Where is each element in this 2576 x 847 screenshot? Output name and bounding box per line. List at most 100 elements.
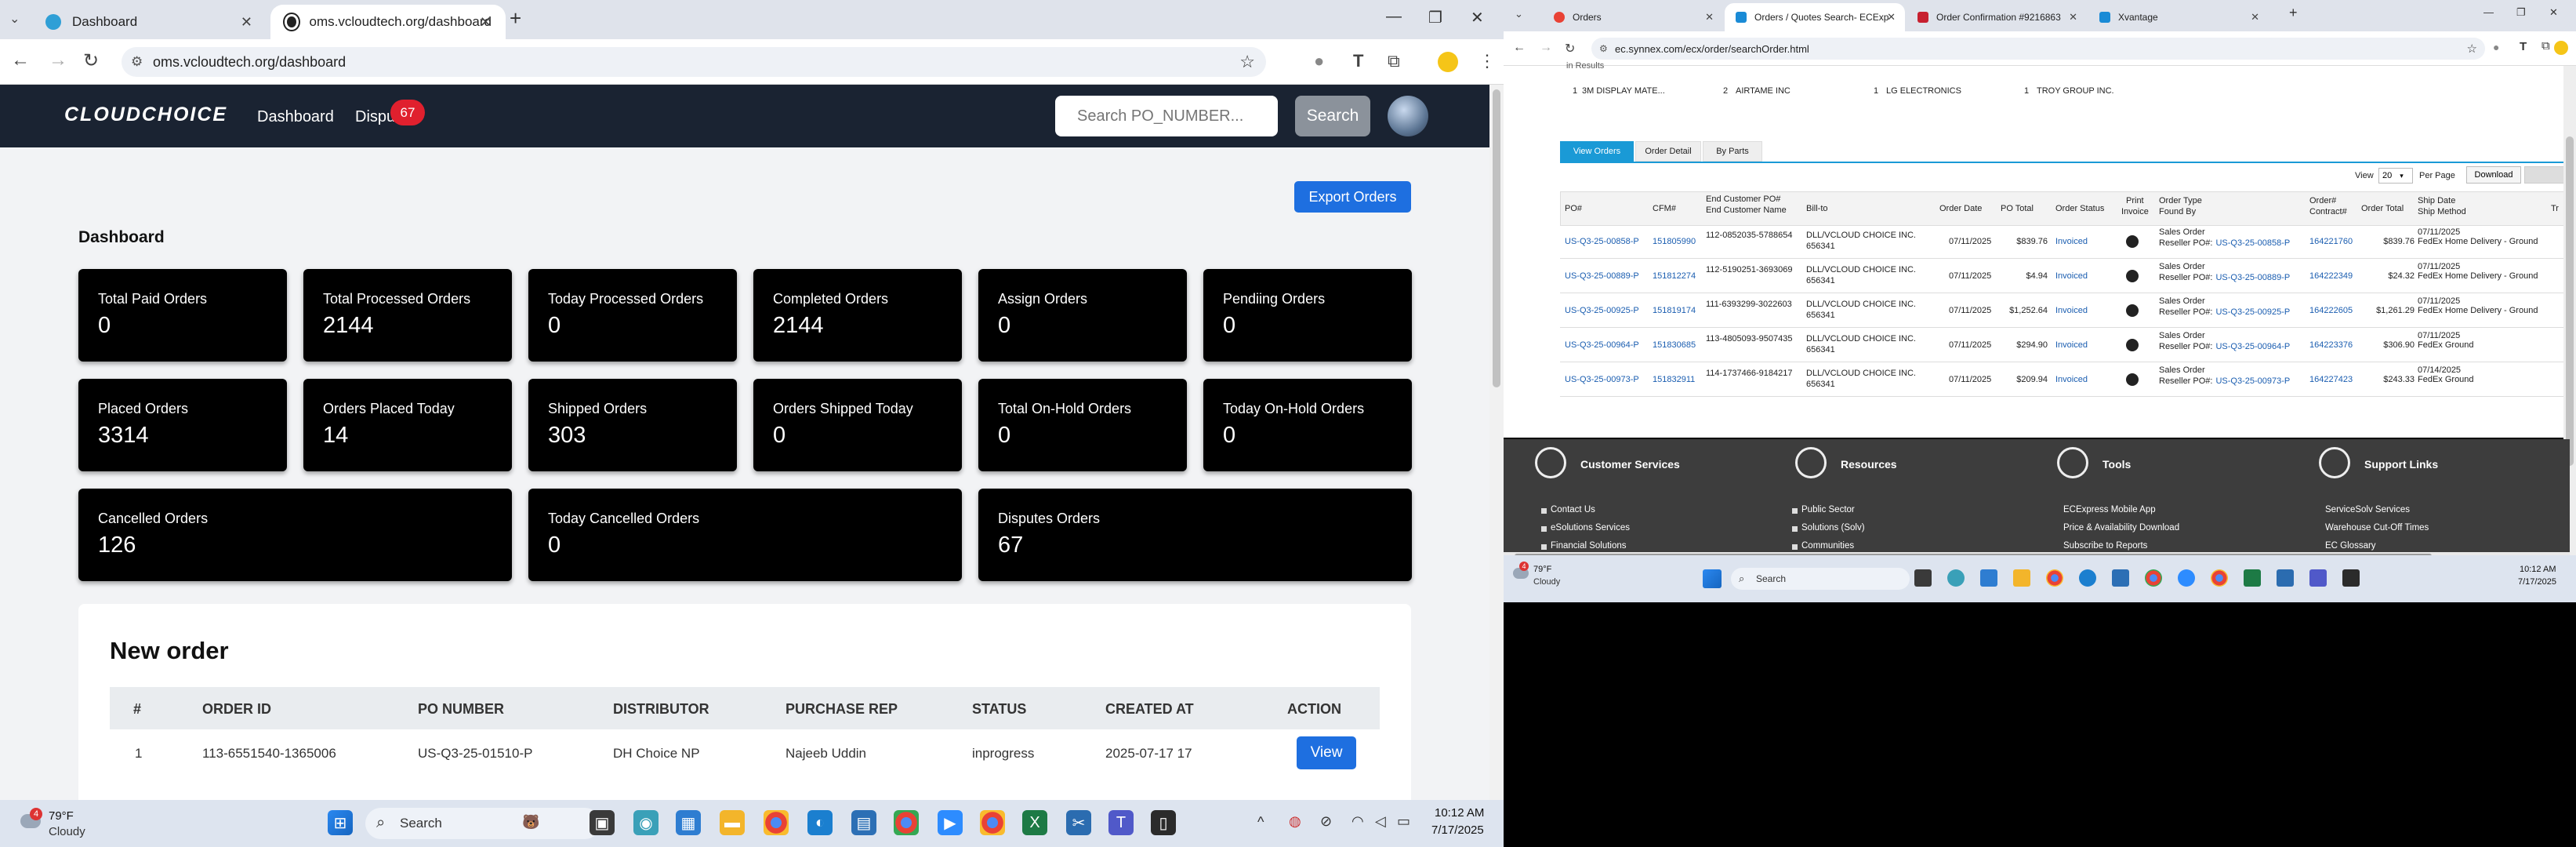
chrome-icon[interactable] <box>2046 569 2063 587</box>
edge-icon[interactable]: ◐ <box>807 810 833 835</box>
filter-item[interactable]: AIRTAME INC <box>1736 86 1791 96</box>
footer-link[interactable]: EC Glossary <box>2325 541 2376 551</box>
back-icon[interactable]: ← <box>11 49 30 71</box>
stat-card-today-on-hold-orders[interactable]: Today On-Hold Orders 0 <box>1203 379 1412 471</box>
column-header-contract[interactable]: Contract# <box>2309 207 2347 217</box>
stat-card-shipped-orders[interactable]: Shipped Orders 303 <box>528 379 737 471</box>
tab-view-orders[interactable]: View Orders <box>1560 141 1634 162</box>
reseller-po-link[interactable]: US-Q3-25-00889-P <box>2215 273 2290 282</box>
footer-link[interactable]: Communities <box>1801 541 1854 551</box>
close-icon[interactable]: ✕ <box>241 14 252 31</box>
cell-order-status[interactable]: Invoiced <box>2055 271 2088 281</box>
column-header-bill-to[interactable]: Bill-to <box>1806 204 1828 214</box>
footer-link[interactable]: ServiceSolv Services <box>2325 505 2410 514</box>
tab-oms-dashboard[interactable]: oms.vcloudtech.org/dashboard ✕ <box>270 5 506 39</box>
file-explorer-icon[interactable] <box>2013 569 2030 587</box>
cell-po[interactable]: US-Q3-25-00973-P <box>1565 375 1639 384</box>
reseller-po-link[interactable]: US-Q3-25-00858-P <box>2215 238 2290 248</box>
cell-order-number[interactable]: 164221760 <box>2309 237 2353 246</box>
tab-by-parts[interactable]: By Parts <box>1703 141 1762 162</box>
chrome-icon[interactable] <box>2211 569 2228 587</box>
url-field[interactable]: ⚙ ec.synnex.com/ecx/order/searchOrder.ht… <box>1591 38 2485 60</box>
column-header-order-num[interactable]: Order# <box>2309 196 2336 206</box>
reseller-po-link[interactable]: US-Q3-25-00925-P <box>2215 307 2290 317</box>
nav-disputes[interactable]: Dispu <box>355 108 395 126</box>
stat-card-completed-orders[interactable]: Completed Orders 2144 <box>753 269 962 362</box>
print-invoice-icon[interactable] <box>2126 304 2139 317</box>
stat-card-today-processed-orders[interactable]: Today Processed Orders 0 <box>528 269 737 362</box>
weather-widget[interactable]: 4 79°F Cloudy <box>16 806 110 841</box>
cell-cfm[interactable]: 151832911 <box>1653 375 1695 384</box>
extensions-puzzle-icon[interactable]: ⧉ <box>2542 39 2550 53</box>
print-invoice-icon[interactable] <box>2126 235 2139 248</box>
stat-card-today-cancelled-orders[interactable]: Today Cancelled Orders 0 <box>528 489 962 581</box>
stat-card-cancelled-orders[interactable]: Cancelled Orders 126 <box>78 489 512 581</box>
tab-order-confirmation[interactable]: Order Confirmation #9216863 ✕ <box>1907 3 2087 31</box>
site-info-icon[interactable]: ⚙ <box>1599 43 1608 54</box>
cell-order-status[interactable]: Invoiced <box>2055 237 2088 246</box>
cell-cfm[interactable]: 151819174 <box>1653 306 1696 315</box>
cell-po[interactable]: US-Q3-25-00858-P <box>1565 237 1639 246</box>
download-button[interactable]: Download <box>2466 166 2521 184</box>
close-icon[interactable]: ✕ <box>1887 11 1896 24</box>
teams-icon[interactable] <box>2309 569 2327 587</box>
footer-link[interactable]: Solutions (Solv) <box>1801 523 1865 533</box>
copilot-icon[interactable]: ◉ <box>633 810 659 835</box>
cell-order-number[interactable]: 164222349 <box>2309 271 2353 281</box>
cell-order-number[interactable]: 164223376 <box>2309 340 2353 350</box>
chrome-icon[interactable] <box>980 810 1005 835</box>
cloudchoice-logo[interactable]: CLOUDCHOICE <box>64 104 227 126</box>
remote-desktop-icon[interactable] <box>2112 569 2129 587</box>
stat-card-orders-placed-today[interactable]: Orders Placed Today 14 <box>303 379 512 471</box>
nav-dashboard[interactable]: Dashboard <box>257 108 334 126</box>
zoom-icon[interactable]: ▶ <box>938 810 963 835</box>
cell-order-status[interactable]: Invoiced <box>2055 340 2088 350</box>
column-header-po[interactable]: PO# <box>1565 204 1582 214</box>
search-button[interactable]: Search <box>1295 96 1370 136</box>
stat-card-total-on-hold-orders[interactable]: Total On-Hold Orders 0 <box>978 379 1187 471</box>
page-scrollbar[interactable] <box>1489 85 1504 800</box>
close-window-icon[interactable]: ✕ <box>1471 8 1484 27</box>
restore-icon[interactable]: ❐ <box>2516 6 2526 19</box>
close-window-icon[interactable]: ✕ <box>2549 6 2558 19</box>
column-header-ship-method[interactable]: Ship Method <box>2418 207 2466 217</box>
clock-date[interactable]: 7/17/2025 <box>2518 577 2556 587</box>
cell-cfm[interactable]: 151805990 <box>1653 237 1696 246</box>
security-icon[interactable]: ◍ <box>1289 813 1301 830</box>
footer-link[interactable]: Warehouse Cut-Off Times <box>2325 523 2429 533</box>
zoom-icon[interactable] <box>2178 569 2195 587</box>
cell-order-status[interactable]: Invoiced <box>2055 306 2088 315</box>
column-header-order-status[interactable]: Order Status <box>2055 204 2104 214</box>
footer-link[interactable]: Public Sector <box>1801 505 1855 514</box>
tab-dashboard[interactable]: Dashboard ✕ <box>31 5 267 39</box>
calculator-icon[interactable] <box>1980 569 1997 587</box>
extension-icon[interactable]: T <box>1353 51 1363 71</box>
column-header-ship-date[interactable]: Ship Date <box>2418 196 2455 206</box>
profile-icon[interactable] <box>1438 52 1458 72</box>
column-header-order-total[interactable]: Order Total <box>2361 204 2404 214</box>
tab-orders[interactable]: Orders ✕ <box>1543 3 1723 31</box>
excel-icon[interactable]: X <box>1022 810 1047 835</box>
task-view-icon[interactable]: ▣ <box>590 810 615 835</box>
extension-icon[interactable]: ● <box>1314 51 1324 71</box>
extension-icon[interactable]: T <box>2520 40 2527 53</box>
po-search-input[interactable] <box>1055 96 1278 136</box>
chrome-icon[interactable] <box>764 810 789 835</box>
print-invoice-icon[interactable] <box>2126 270 2139 282</box>
taskbar-search[interactable]: ⌕ Search <box>1731 568 1910 590</box>
forward-icon[interactable]: → <box>1540 41 1552 55</box>
bookmark-star-icon[interactable]: ☆ <box>2467 42 2477 56</box>
close-icon[interactable]: ✕ <box>1705 11 1714 24</box>
scrollbar-thumb[interactable] <box>2566 136 2574 466</box>
volume-icon[interactable]: ◁ <box>1375 813 1386 830</box>
snipping-tool-icon[interactable] <box>2277 569 2294 587</box>
tab-xvantage[interactable]: Xvantage ✕ <box>2088 3 2269 31</box>
cell-order-number[interactable]: 164227423 <box>2309 375 2353 384</box>
windows-start-icon[interactable] <box>1703 569 1722 588</box>
url-field[interactable]: ⚙ oms.vcloudtech.org/dashboard ☆ <box>122 47 1266 77</box>
minimize-icon[interactable]: — <box>1386 8 1402 26</box>
per-page-select[interactable]: 20 ▾ <box>2378 168 2413 184</box>
snipping-tool-icon[interactable]: ✂ <box>1066 810 1091 835</box>
cell-order-number[interactable]: 164222605 <box>2309 306 2353 315</box>
avatar[interactable] <box>1388 96 1428 136</box>
